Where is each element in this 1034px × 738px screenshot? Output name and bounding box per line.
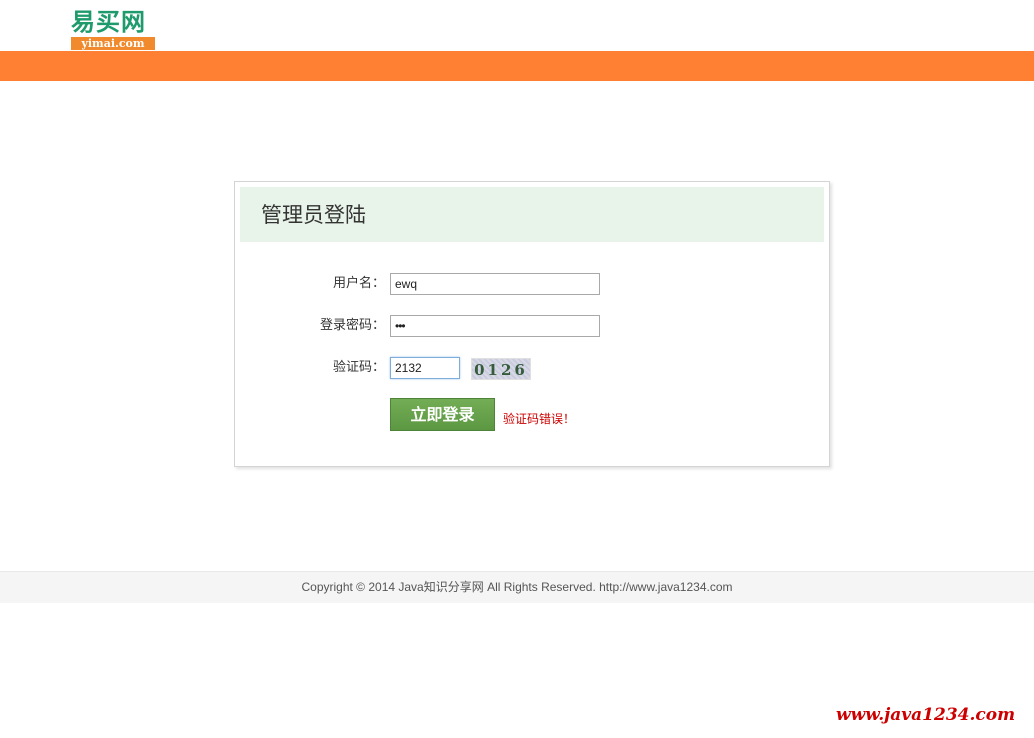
captcha-input[interactable]: 2132 bbox=[390, 357, 460, 379]
footer-copyright: Copyright © 2014 Java知识分享网 All Rights Re… bbox=[0, 571, 1034, 603]
captcha-label: 验证码： bbox=[332, 360, 385, 375]
username-input[interactable]: ewq bbox=[390, 273, 600, 295]
captcha-image[interactable]: 0126 bbox=[471, 358, 531, 380]
login-panel: 管理员登陆 用户名： ewq 登录密码： ••• 验证码： 2132 0126 … bbox=[234, 181, 830, 467]
username-label: 用户名： bbox=[332, 276, 385, 291]
login-submit-button[interactable]: 立即登录 bbox=[390, 398, 495, 431]
logo-text-cn: 易买网 bbox=[71, 8, 146, 36]
login-title: 管理员登陆 bbox=[261, 203, 366, 227]
site-logo[interactable]: 易买网 yimai.com bbox=[71, 8, 157, 50]
header-orange-bar bbox=[0, 51, 1034, 81]
watermark: www.java1234.com bbox=[836, 705, 1016, 725]
login-title-bar: 管理员登陆 bbox=[240, 187, 824, 242]
password-label: 登录密码： bbox=[319, 318, 385, 333]
password-input[interactable]: ••• bbox=[390, 315, 600, 337]
logo-text-en: yimai.com bbox=[71, 37, 155, 50]
error-message: 验证码错误！ bbox=[503, 412, 576, 426]
header: 易买网 yimai.com bbox=[0, 0, 1034, 51]
